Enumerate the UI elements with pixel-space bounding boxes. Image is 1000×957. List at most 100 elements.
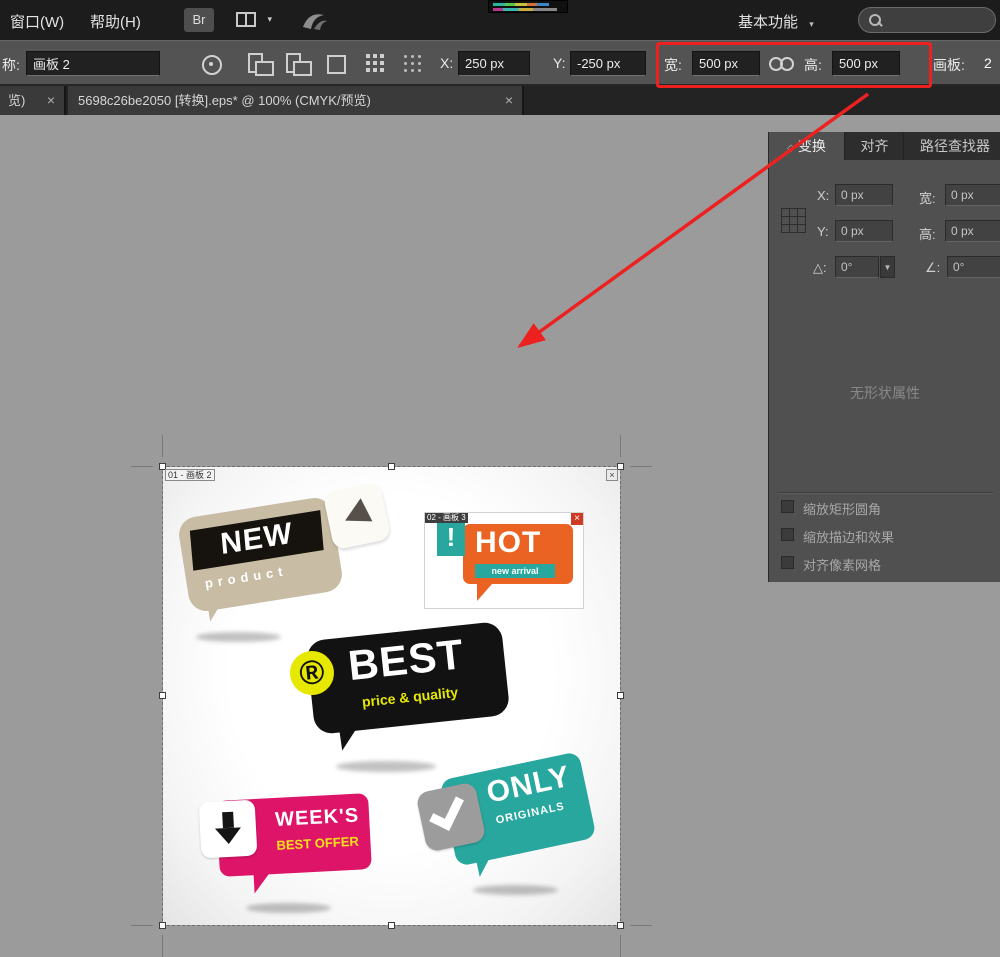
resize-handle[interactable] [617, 922, 624, 929]
artboard-name-label: 称: [2, 55, 20, 75]
bubble-tail [206, 592, 232, 621]
reference-point-grid-icon[interactable] [781, 208, 806, 233]
shear-input[interactable] [947, 256, 1000, 278]
tab-label: 览) [8, 93, 25, 108]
new-title: NEW [190, 510, 324, 571]
checkbox-align-pixel-grid-label: 对齐像素网格 [803, 555, 881, 574]
panel-y-input[interactable] [835, 220, 893, 242]
search-box[interactable] [858, 7, 996, 33]
week-badge [199, 800, 258, 859]
search-input[interactable] [889, 10, 989, 30]
artboard-count-label: 画板: [933, 55, 965, 75]
resize-handle[interactable] [159, 922, 166, 929]
panel-height-input[interactable] [945, 220, 1000, 242]
checkbox-scale-corners[interactable] [781, 500, 794, 513]
panel-diamond-icon: ◇ [787, 143, 795, 154]
panel-x-input[interactable] [835, 184, 893, 206]
shear-icon: ∠: [925, 260, 940, 276]
document-tab-previous[interactable]: 览) × [0, 86, 66, 115]
new-subtitle: product [204, 563, 289, 591]
crop-mark [131, 925, 153, 926]
x-label: X: [440, 55, 453, 71]
crop-mark [620, 935, 621, 957]
resize-handle[interactable] [617, 463, 624, 470]
panel-body: X: 宽: Y: 高: △: ▼ ∠: 无形状属性 缩放矩形圆角 缩放描边和效果… [769, 160, 1000, 582]
y-label: Y: [553, 55, 565, 71]
orientation-portrait-icon[interactable] [246, 52, 272, 74]
height-label: 高: [804, 55, 822, 75]
hot-subtitle: new arrival [475, 564, 555, 578]
tab-pathfinder[interactable]: 路径查找器 [905, 132, 1000, 160]
artboard-target-icon[interactable] [198, 51, 224, 77]
artboard-dots-icon[interactable] [404, 55, 407, 58]
document-tab-active[interactable]: 5698c26be2050 [转换].eps* @ 100% (CMYK/预览)… [68, 86, 524, 115]
y-input[interactable] [570, 51, 646, 76]
artboard[interactable]: 01 - 画板 2 × NEW product 02 - 画板 3 × ! HO… [163, 467, 620, 925]
bubble-tail [477, 584, 492, 601]
x-input[interactable] [458, 51, 530, 76]
sticker-shadow [196, 632, 281, 642]
control-bar: 称: X: Y: 宽: 高: 画板: 2 [0, 40, 1000, 86]
artboard-name-chip[interactable]: 01 - 画板 2 [165, 469, 215, 481]
hot-bubble: HOT new arrival [463, 524, 573, 584]
rotate-icon: △: [813, 260, 827, 276]
sticker-shadow [246, 903, 331, 913]
artboard-3-delete-icon[interactable]: × [571, 513, 583, 525]
tab-label: 路径查找器 [920, 138, 990, 154]
crop-mark [131, 466, 153, 467]
checkbox-align-pixel-grid[interactable] [781, 556, 794, 569]
checkbox-scale-strokes[interactable] [781, 528, 794, 541]
tab-transform[interactable]: ◇变换 [769, 132, 845, 160]
orientation-landscape-icon[interactable] [284, 52, 310, 74]
close-icon[interactable]: × [47, 86, 55, 115]
tab-label: 对齐 [861, 138, 889, 154]
tab-align[interactable]: 对齐 [846, 132, 904, 160]
resize-handle[interactable] [617, 692, 624, 699]
menu-bar: 窗口(W) 帮助(H) Br ▾ 基本功能 ▾ [0, 0, 1000, 40]
height-input[interactable] [832, 51, 900, 76]
crop-mark [620, 435, 621, 457]
artboard-delete-icon[interactable]: × [606, 469, 618, 481]
check-icon [429, 791, 464, 831]
week-title: WEEK'S [275, 805, 360, 832]
chevron-down-icon: ▾ [809, 19, 814, 29]
rotate-input[interactable] [835, 256, 879, 278]
menu-help[interactable]: 帮助(H) [90, 11, 141, 32]
hot-exclamation: ! [437, 520, 465, 556]
bridge-button[interactable]: Br [184, 8, 214, 32]
workspace-label: 基本功能 [738, 14, 798, 31]
down-arrow-icon [215, 827, 242, 844]
app-swirl-icon [300, 7, 330, 33]
width-input[interactable] [692, 51, 760, 76]
crop-mark [162, 435, 163, 457]
document-tab-bar: 览) × 5698c26be2050 [转换].eps* @ 100% (CMY… [0, 86, 1000, 115]
close-icon[interactable]: × [505, 86, 513, 115]
arrange-documents-button[interactable]: ▾ [236, 12, 272, 28]
resize-handle[interactable] [159, 692, 166, 699]
crop-mark [630, 466, 652, 467]
panel-tab-bar: ◇变换 对齐 路径查找器 [769, 132, 1000, 160]
artboard-grid-icon[interactable] [366, 54, 370, 58]
rotate-dropdown[interactable]: ▼ [880, 256, 895, 278]
artboard-3-name-chip[interactable]: 02 - 画板 3 [425, 513, 468, 523]
new-artboard-icon[interactable] [322, 52, 348, 74]
artboard-name-input[interactable] [26, 51, 160, 76]
workspace-switcher[interactable]: 基本功能 ▾ [738, 11, 814, 32]
panel-width-input[interactable] [945, 184, 1000, 206]
tab-label: 5698c26be2050 [转换].eps* @ 100% (CMYK/预览) [78, 93, 371, 108]
chevron-down-icon: ▾ [267, 14, 272, 25]
panel-y-label: Y: [817, 224, 829, 239]
sticker-hot: 02 - 画板 3 × ! HOT new arrival [425, 513, 583, 608]
resize-handle[interactable] [388, 463, 395, 470]
arrow-left-icon [339, 498, 372, 532]
arrange-documents-icon [236, 12, 256, 27]
resize-handle[interactable] [388, 922, 395, 929]
best-bubble: BEST price & quality [306, 621, 511, 735]
constrain-proportions-icon[interactable] [768, 56, 796, 70]
search-icon [869, 14, 883, 28]
menu-window[interactable]: 窗口(W) [10, 11, 64, 32]
sticker-weeks-best-offer: WEEK'S BEST OFFER [198, 787, 396, 925]
tab-label: 变换 [798, 138, 826, 154]
checkbox-scale-corners-label: 缩放矩形圆角 [803, 499, 881, 518]
panel-x-label: X: [817, 188, 829, 203]
